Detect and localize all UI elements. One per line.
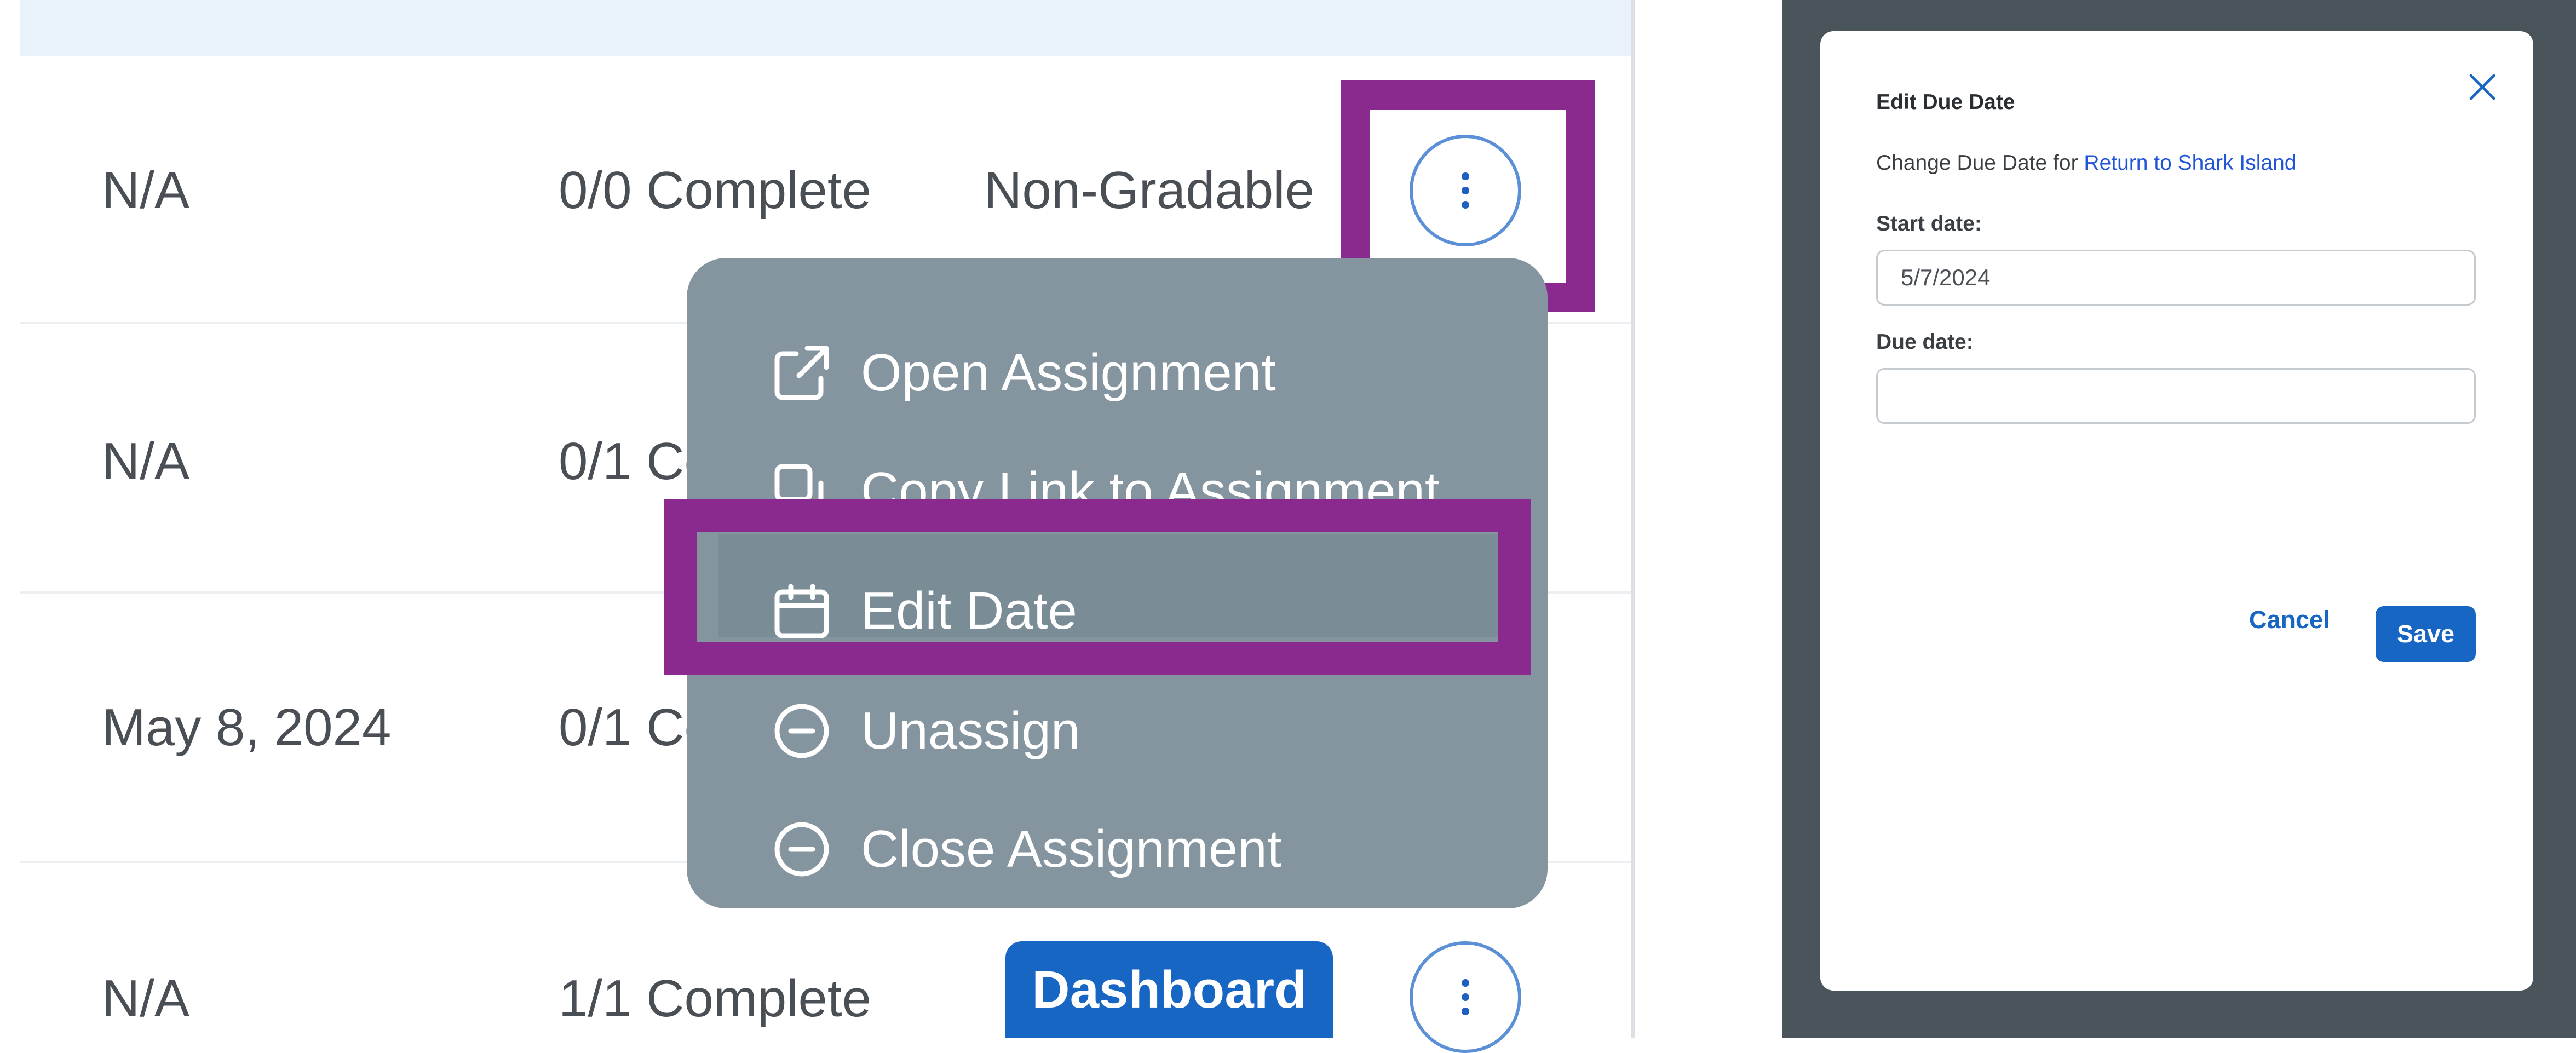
external-link-icon bbox=[774, 346, 829, 400]
row-completion: 1/1 Complete bbox=[559, 969, 871, 1028]
assignment-list: N/A 0/0 Complete Non-Gradable N/A 0/1 Co… bbox=[20, 0, 1631, 1053]
row-completion: 0/0 Complete bbox=[559, 161, 871, 220]
row-date: May 8, 2024 bbox=[102, 698, 392, 757]
modal-subtitle: Change Due Date for Return to Shark Isla… bbox=[1876, 151, 2296, 175]
menu-item-open-assignment[interactable]: Open Assignment bbox=[769, 315, 1276, 430]
edit-due-date-modal: Edit Due Date Change Due Date for Return… bbox=[1820, 31, 2533, 991]
menu-item-close-assignment[interactable]: Close Assignment bbox=[769, 792, 1281, 907]
modal-title: Edit Due Date bbox=[1876, 90, 2015, 114]
menu-item-label: Unassign bbox=[861, 701, 1080, 760]
menu-item-unassign[interactable]: Unassign bbox=[769, 674, 1080, 789]
row-date: N/A bbox=[102, 161, 190, 220]
start-date-input[interactable] bbox=[1876, 250, 2476, 306]
kebab-icon bbox=[1462, 979, 1469, 1015]
close-icon bbox=[2469, 74, 2496, 100]
assignment-link[interactable]: Return to Shark Island bbox=[2084, 151, 2296, 175]
menu-item-label: Close Assignment bbox=[861, 820, 1282, 878]
row-date: N/A bbox=[102, 432, 190, 491]
dashboard-button[interactable]: Dashboard bbox=[1005, 941, 1333, 1038]
due-date-label: Due date: bbox=[1876, 330, 1974, 354]
due-date-input[interactable] bbox=[1876, 368, 2476, 424]
menu-item-label: Open Assignment bbox=[861, 343, 1276, 402]
cancel-button[interactable]: Cancel bbox=[2249, 606, 2330, 634]
table-header-band bbox=[20, 0, 1631, 56]
minus-circle-icon bbox=[774, 822, 829, 877]
row-grading-status: Non-Gradable bbox=[984, 161, 1314, 220]
save-button[interactable]: Save bbox=[2376, 606, 2476, 662]
close-button[interactable] bbox=[2463, 67, 2502, 107]
minus-circle-icon bbox=[774, 704, 829, 758]
more-actions-button[interactable] bbox=[1410, 941, 1521, 1053]
panel-divider bbox=[1631, 0, 1635, 1038]
start-date-label: Start date: bbox=[1876, 212, 1982, 235]
edit-date-highlight-box bbox=[664, 499, 1531, 675]
row-date: N/A bbox=[102, 969, 190, 1028]
modal-subtitle-prefix: Change Due Date for bbox=[1876, 151, 2078, 175]
